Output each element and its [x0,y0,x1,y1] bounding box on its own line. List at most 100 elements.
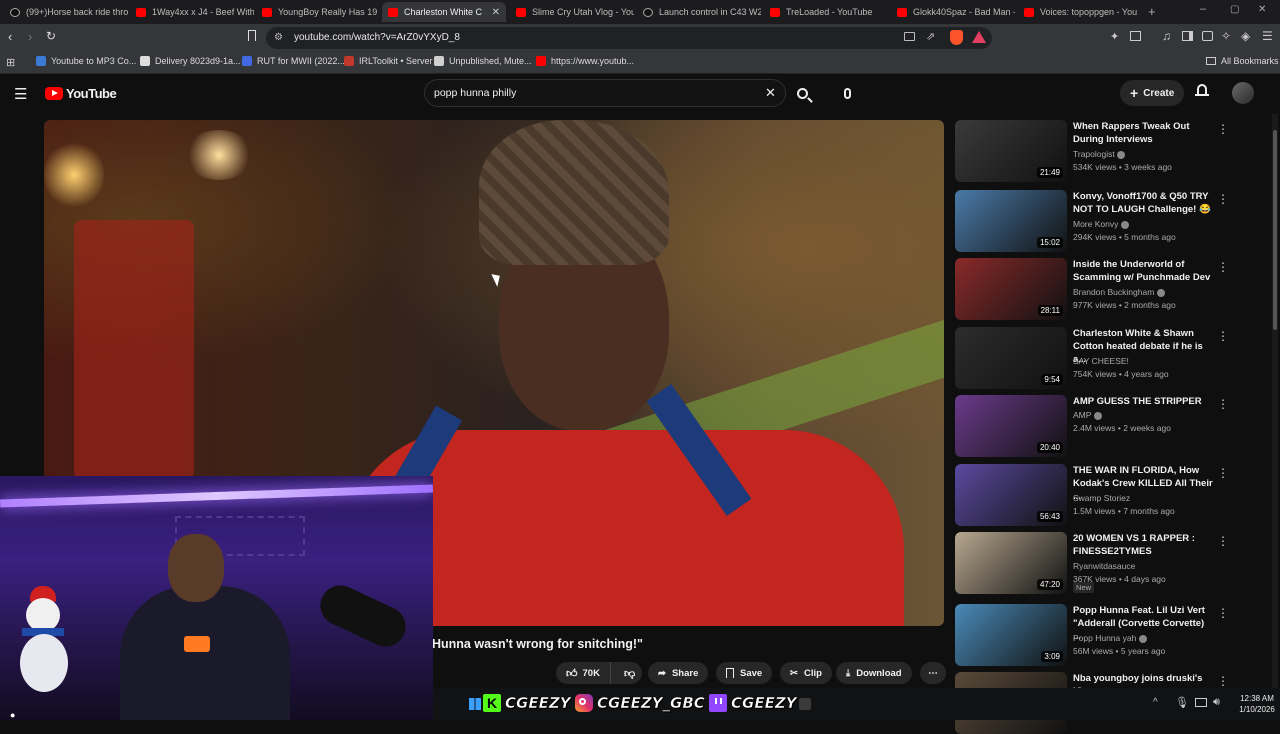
video-thumbnail[interactable]: 56:43 [955,464,1067,526]
taskbar-app-icon[interactable] [799,698,811,710]
browser-menu-icon[interactable]: ☰ [1262,29,1273,43]
search-box[interactable]: popp hunna philly ✕ [424,79,786,107]
browser-tab[interactable]: Glokk40Spaz - Bad Man - [891,2,1015,22]
minimize-window-icon[interactable]: – [1200,3,1206,15]
video-thumbnail[interactable]: 3:09 [955,604,1067,666]
save-button[interactable]: Save [716,662,773,684]
more-vertical-icon[interactable]: ⋮ [1217,606,1229,620]
bookmark-item[interactable]: IRLToolkit • Server [344,56,433,66]
more-vertical-icon[interactable]: ⋮ [1217,192,1229,206]
channel-name[interactable]: More Konvy [1073,218,1129,231]
more-vertical-icon[interactable]: ⋮ [1217,534,1229,548]
tray-mic-icon[interactable]: 🎙︎ [1175,696,1189,709]
video-thumbnail[interactable]: 21:49 [955,120,1067,182]
windows-start-icon[interactable] [469,698,481,710]
video-title[interactable]: Inside the Underworld of Scamming w/ Pun… [1073,258,1213,284]
browser-tab[interactable]: Launch control in C43 W2 [637,2,761,22]
download-button[interactable]: ⤓ Download [836,662,912,684]
extensions-icon[interactable]: ✦ [1110,30,1119,43]
tray-network-icon[interactable] [1195,698,1207,707]
more-vertical-icon[interactable]: ⋮ [1217,260,1229,274]
close-tab-icon[interactable]: ✕ [492,7,500,18]
bookmark-item[interactable]: Delivery 8023d9-1a... [140,56,241,66]
channel-name[interactable]: Swamp Storiez [1073,492,1130,505]
video-title[interactable]: When Rappers Tweak Out During Interviews [1073,120,1213,146]
reload-icon[interactable]: ↻ [46,29,56,43]
video-title[interactable]: AMP GUESS THE STRIPPER [1073,395,1213,408]
share-button[interactable]: ➦ Share [648,662,709,684]
channel-name[interactable]: Ryanwitdasauce [1073,560,1135,573]
close-window-icon[interactable]: ✕ [1258,4,1266,15]
search-input[interactable]: popp hunna philly [434,87,516,99]
video-thumbnail[interactable]: 28:11 [955,258,1067,320]
site-info-icon[interactable]: ⚙ [274,32,283,43]
recommended-video[interactable]: 9:54 Charleston White & Shawn Cotton heat… [955,327,1255,389]
share-icon[interactable]: ⇗ [926,30,935,43]
taskbar-clock[interactable]: 12:38 AM 1/10/2026 [1235,693,1279,715]
bookmark-item[interactable]: Unpublished, Mute... [434,56,532,66]
voice-search-button[interactable] [832,79,862,107]
notifications-bell-icon[interactable] [1195,84,1209,98]
apps-grid-icon[interactable]: ⊞ [6,56,15,69]
browser-tab[interactable]: (99+)Horse back ride thro [4,2,128,22]
tray-chevron-icon[interactable]: ^ [1153,697,1158,708]
recommended-video[interactable]: 3:09 Popp Hunna Feat. Lil Uzi Vert "Adder… [955,604,1255,666]
channel-name[interactable]: AMP [1073,409,1102,422]
browser-tab[interactable]: Slime Cry Utah Vlog - You [510,2,634,22]
youtube-logo[interactable]: YouTube [45,86,117,101]
hamburger-menu-icon[interactable]: ☰ [14,85,27,103]
bookmark-page-icon[interactable] [248,30,256,41]
all-bookmarks[interactable]: All Bookmarks [1206,56,1279,66]
more-vertical-icon[interactable]: ⋮ [1217,466,1229,480]
channel-name[interactable]: SAY CHEESE! [1073,355,1129,368]
channel-name[interactable]: Brandon Buckingham [1073,286,1165,299]
tab-search-icon[interactable] [1130,31,1141,41]
rewards-icon[interactable] [972,31,986,43]
browser-tab[interactable]: 1Way4xx x J4 - Beef With [130,2,254,22]
brave-shield-icon[interactable] [950,30,963,45]
recommended-video[interactable]: 15:02 Konvy, Vonoff1700 & Q50 TRY NOT TO … [955,190,1255,252]
video-thumbnail[interactable]: 15:02 [955,190,1067,252]
browser-tab[interactable]: Voices: topoppgen - You [1018,2,1142,22]
vpn-shield-icon[interactable]: ◈ [1241,29,1250,43]
recommended-video[interactable]: 56:43 THE WAR IN FLORIDA, How Kodak's Cre… [955,464,1255,526]
install-app-icon[interactable] [904,32,915,41]
wallet-icon[interactable] [1202,31,1213,41]
user-avatar[interactable] [1232,82,1254,104]
more-vertical-icon[interactable]: ⋮ [1217,122,1229,136]
tray-volume-icon[interactable]: 🔊︎ [1213,696,1220,709]
like-button[interactable]: 👍︎ 70K [556,662,611,684]
scrollbar-thumb[interactable] [1273,130,1277,330]
more-vertical-icon[interactable]: ⋮ [1217,329,1229,343]
create-button[interactable]: + Create [1120,80,1185,106]
back-arrow-icon[interactable]: ‹ [8,29,12,44]
browser-tab[interactable]: TreLoaded - YouTube [764,2,888,22]
bookmark-item[interactable]: Youtube to MP3 Co... [36,56,136,66]
browser-tab[interactable]: YoungBoy Really Has 19 B [256,2,380,22]
search-button[interactable] [786,79,818,107]
channel-name[interactable]: Trapologist [1073,148,1126,161]
more-actions-button[interactable]: ⋯ [920,662,946,684]
video-thumbnail[interactable]: 20:40 [955,395,1067,457]
forward-arrow-icon[interactable]: › [28,29,32,44]
url-text[interactable]: youtube.com/watch?v=ArZ0vYXyD_8 [294,32,460,43]
address-bar[interactable]: ⚙ youtube.com/watch?v=ArZ0vYXyD_8 ⇗ [266,27,992,49]
clear-search-icon[interactable]: ✕ [765,85,776,101]
more-vertical-icon[interactable]: ⋮ [1217,397,1229,411]
bookmark-item[interactable]: RUT for MWII (2022... [242,56,345,66]
bookmark-item[interactable]: https://www.youtub... [536,56,634,66]
recommended-video[interactable]: 47:20 20 WOMEN VS 1 RAPPER : FINESSE2TYME… [955,532,1255,594]
media-icon[interactable]: ♫ [1162,29,1171,43]
more-vertical-icon[interactable]: ⋮ [1217,674,1229,688]
recommended-video[interactable]: 21:49 When Rappers Tweak Out During Inter… [955,120,1255,182]
maximize-window-icon[interactable]: ▢ [1230,4,1239,15]
clip-button[interactable]: ✂ Clip [780,662,832,684]
new-tab-icon[interactable]: + [1148,4,1156,19]
dislike-button[interactable]: 👎︎ [617,667,635,680]
video-title[interactable]: Konvy, Vonoff1700 & Q50 TRY NOT TO LAUGH… [1073,190,1213,216]
browser-tab-active[interactable]: Charleston White C ✕ [382,2,506,22]
recommended-video[interactable]: 28:11 Inside the Underworld of Scamming w… [955,258,1255,320]
video-thumbnail[interactable]: 9:54 [955,327,1067,389]
sidebar-icon[interactable] [1182,31,1193,41]
recommended-video[interactable]: 20:40 AMP GUESS THE STRIPPER AMP 2.4M view… [955,395,1255,457]
